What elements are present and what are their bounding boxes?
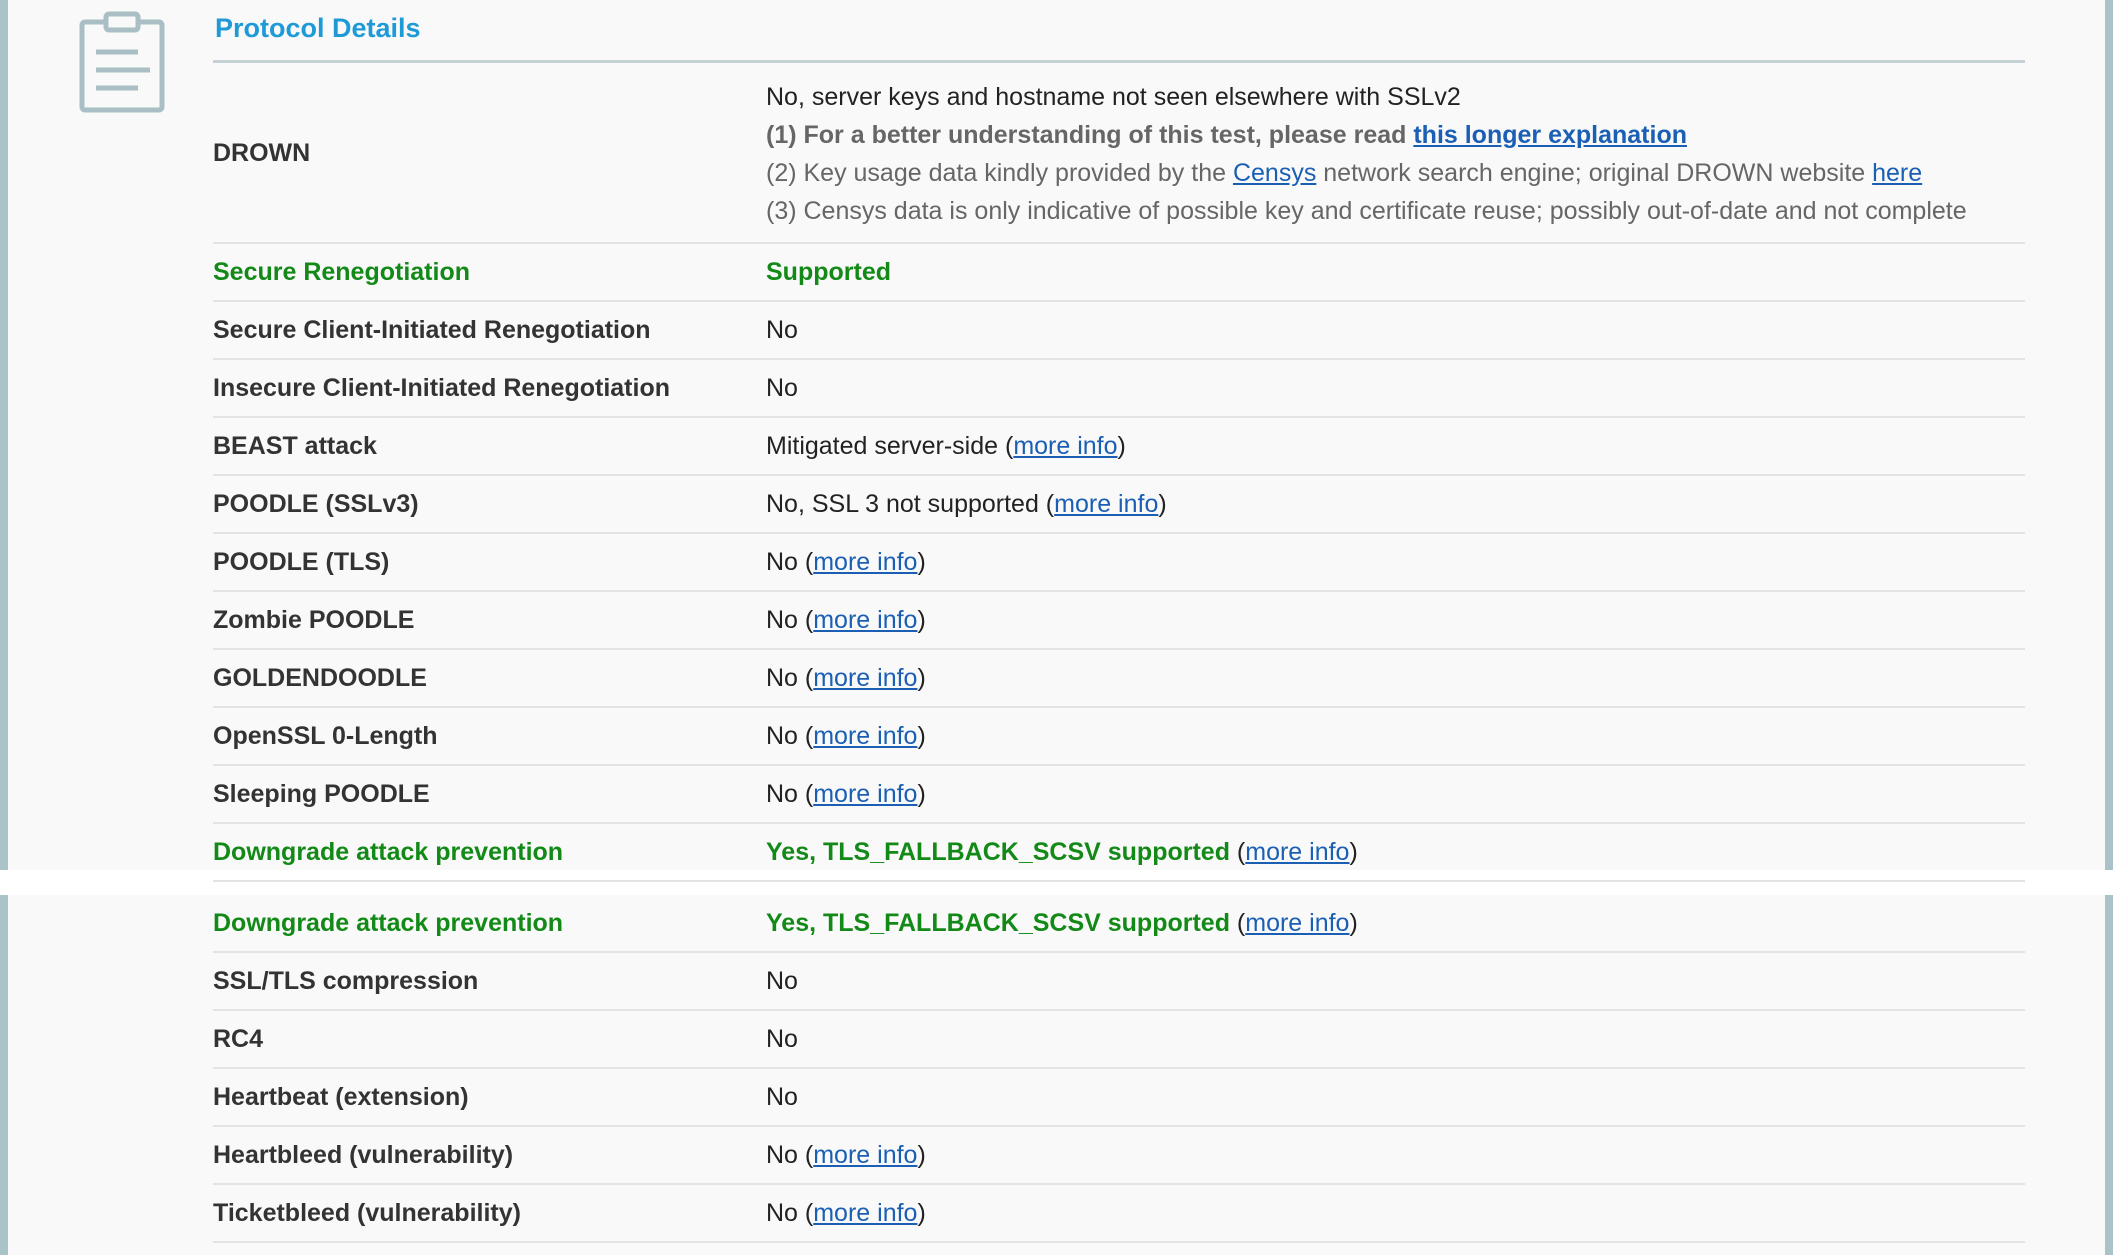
table-row: Insecure Client-Initiated Renegotiation … [213, 359, 2025, 418]
row-value: No [766, 1068, 2025, 1127]
row-value: Supported [766, 257, 891, 286]
table-row: Zombie POODLE No (more info) [213, 591, 2025, 650]
more-info-link[interactable]: more info [1245, 838, 1349, 866]
row-label: Ticketbleed (vulnerability) [213, 1184, 766, 1243]
table-row: OpenSSL 0-Length No (more info) [213, 707, 2025, 766]
protocol-details-panel-continued: Downgrade attack prevention Yes, TLS_FAL… [0, 895, 2113, 1255]
row-value: No ( [766, 663, 814, 692]
row-value: No ( [766, 1198, 814, 1227]
table-row: GOLDENDOODLE No (more info) [213, 649, 2025, 708]
row-label: SSL/TLS compression [213, 952, 766, 1011]
row-value: No ( [766, 605, 814, 634]
row-value: No [766, 952, 2025, 1011]
table-row: Downgrade attack prevention Yes, TLS_FAL… [213, 823, 2025, 882]
row-label: Downgrade attack prevention [213, 895, 766, 953]
row-label: Insecure Client-Initiated Renegotiation [213, 359, 766, 418]
drown-note-1: (1) For a better understanding of this t… [766, 120, 1687, 149]
table-row: Secure Renegotiation Supported [213, 243, 2025, 302]
row-value: No ( [766, 1140, 814, 1169]
drown-note-3: (3) Censys data is only indicative of po… [766, 196, 1967, 225]
row-value: No ( [766, 779, 814, 808]
row-label: Secure Client-Initiated Renegotiation [213, 301, 766, 360]
row-label: OpenSSL 0-Length [213, 707, 766, 766]
table-row: SSL/TLS compression No [213, 952, 2025, 1011]
more-info-link[interactable]: more info [1054, 490, 1158, 518]
more-info-link[interactable]: more info [813, 664, 917, 692]
row-value: No [766, 301, 2025, 360]
row-value: No ( [766, 547, 814, 576]
drown-value: No, server keys and hostname not seen el… [766, 82, 1461, 111]
censys-link[interactable]: Censys [1233, 159, 1316, 187]
table-row: POODLE (TLS) No (more info) [213, 533, 2025, 592]
row-value: No [766, 1010, 2025, 1069]
clipboard-icon [78, 8, 168, 114]
row-value: No ( [766, 721, 814, 750]
table-row: RC4 No [213, 1010, 2025, 1069]
table-row: Downgrade attack prevention Yes, TLS_FAL… [213, 895, 2025, 953]
row-value: No [766, 359, 2025, 418]
protocol-table-continued: Downgrade attack prevention Yes, TLS_FAL… [213, 895, 2025, 1243]
more-info-link[interactable]: more info [813, 606, 917, 634]
drown-note-2: (2) Key usage data kindly provided by th… [766, 158, 1923, 187]
row-label: Secure Renegotiation [213, 243, 766, 302]
row-value: No, SSL 3 not supported ( [766, 489, 1055, 518]
drown-website-link[interactable]: here [1872, 159, 1922, 187]
row-value: Yes, TLS_FALLBACK_SCSV supported [766, 908, 1230, 937]
row-label: BEAST attack [213, 417, 766, 476]
more-info-link[interactable]: more info [813, 548, 917, 576]
table-row: Heartbeat (extension) No [213, 1068, 2025, 1127]
table-row: POODLE (SSLv3) No, SSL 3 not supported (… [213, 475, 2025, 534]
row-label: POODLE (SSLv3) [213, 475, 766, 534]
row-label: POODLE (TLS) [213, 533, 766, 592]
row-label: Heartbleed (vulnerability) [213, 1126, 766, 1185]
more-info-link[interactable]: more info [813, 1199, 917, 1227]
row-label: Heartbeat (extension) [213, 1068, 766, 1127]
table-row: Ticketbleed (vulnerability) No (more inf… [213, 1184, 2025, 1243]
more-info-link[interactable]: more info [813, 1141, 917, 1169]
section-title: Protocol Details [215, 13, 421, 43]
more-info-link[interactable]: more info [1245, 909, 1349, 937]
row-label: Sleeping POODLE [213, 765, 766, 824]
more-info-link[interactable]: more info [813, 780, 917, 808]
protocol-table: DROWN No, server keys and hostname not s… [213, 63, 2025, 882]
table-row: Secure Client-Initiated Renegotiation No [213, 301, 2025, 360]
row-label: RC4 [213, 1010, 766, 1069]
table-row: DROWN No, server keys and hostname not s… [213, 63, 2025, 244]
more-info-link[interactable]: more info [1013, 432, 1117, 460]
more-info-link[interactable]: more info [813, 722, 917, 750]
table-row: Heartbleed (vulnerability) No (more info… [213, 1126, 2025, 1185]
row-label: Downgrade attack prevention [213, 823, 766, 882]
row-value: Mitigated server-side ( [766, 431, 1014, 460]
longer-explanation-link[interactable]: this longer explanation [1413, 121, 1687, 149]
row-label: Zombie POODLE [213, 591, 766, 650]
protocol-details-panel: Protocol Details DROWN No, server keys a… [0, 0, 2113, 882]
table-row: BEAST attack Mitigated server-side (more… [213, 417, 2025, 476]
row-label: GOLDENDOODLE [213, 649, 766, 708]
row-value: Yes, TLS_FALLBACK_SCSV supported [766, 837, 1230, 866]
row-label: DROWN [213, 63, 766, 244]
table-row: Sleeping POODLE No (more info) [213, 765, 2025, 824]
